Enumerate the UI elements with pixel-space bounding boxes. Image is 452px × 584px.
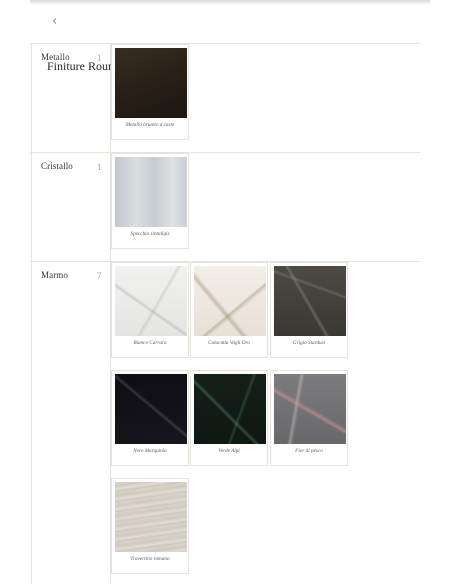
finish-card-specchio[interactable]: Specchio sintaligis <box>111 153 189 249</box>
category-name-marmo: Marmo <box>41 270 68 280</box>
finish-label: Calacatta Vagli Oro <box>208 340 250 346</box>
finish-card-verde-alpi[interactable]: Verde Alpi <box>190 370 268 466</box>
top-edge-fade <box>30 0 430 5</box>
finish-card-travertino[interactable]: Travertino romano <box>111 478 189 574</box>
finish-label: Fior di pesco <box>295 448 323 454</box>
swatch-fior-di-pesco <box>274 374 346 444</box>
finish-card-calacatta[interactable]: Calacatta Vagli Oro <box>190 262 268 358</box>
category-count-cristallo: 1 <box>97 162 102 172</box>
swatch-metallo-brunito <box>115 48 187 118</box>
divider <box>30 43 420 44</box>
finish-card-bianco-carrara[interactable]: Bianco Carrara <box>111 262 189 358</box>
finish-card-fior-di-pesco[interactable]: Fior di pesco <box>270 370 348 466</box>
finish-label: Nero Marquinia <box>133 448 167 454</box>
finish-label: Travertino romano <box>130 556 170 562</box>
swatch-bianco-carrara <box>115 266 187 336</box>
swatch-specchio <box>115 157 187 227</box>
swatch-travertino <box>115 482 187 552</box>
finish-label: Grigio Stardust <box>292 340 326 346</box>
finish-card-nero-marquinia[interactable]: Nero Marquinia <box>111 370 189 466</box>
swatch-nero-marquinia <box>115 374 187 444</box>
swatch-calacatta <box>194 266 266 336</box>
divider <box>30 152 420 153</box>
finish-label: Specchio sintaligis <box>130 231 170 237</box>
finish-label: Bianco Carrara <box>133 340 167 346</box>
finish-card-metallo-brunito[interactable]: Metallo brunito a caste <box>111 44 189 140</box>
swatch-grigio-stardust <box>274 266 346 336</box>
category-name-cristallo: Cristallo <box>41 161 73 171</box>
left-rail <box>31 43 32 584</box>
swatch-verde-alpi <box>194 374 266 444</box>
back-arrow-icon[interactable]: ‹ <box>52 14 57 29</box>
finish-label: Metallo brunito a caste <box>125 122 175 128</box>
finish-card-grigio-stardust[interactable]: Grigio Stardust <box>270 262 348 358</box>
category-count-marmo: 7 <box>97 271 102 281</box>
overlay-title: Finiture Round <box>47 59 121 73</box>
finish-label: Verde Alpi <box>218 448 240 454</box>
